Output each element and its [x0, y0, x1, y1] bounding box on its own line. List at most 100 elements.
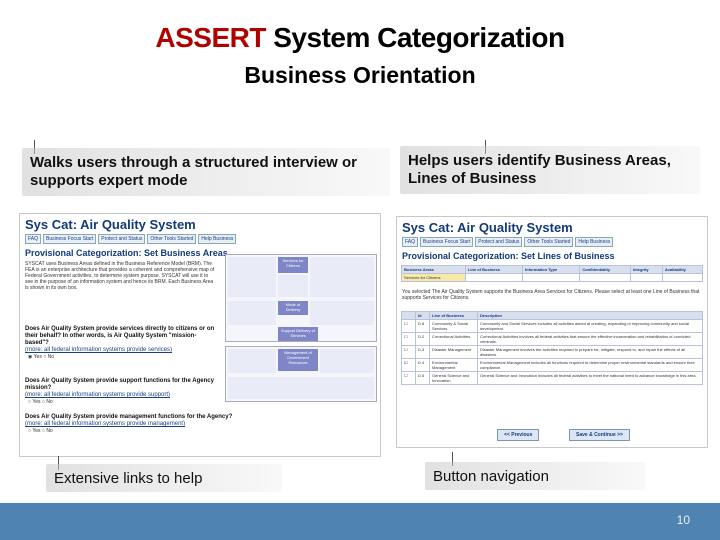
no-option[interactable]: No — [46, 428, 52, 434]
brm-diagram: Services for Citizens Mode of Delivery S… — [225, 254, 377, 342]
column-integrity: Integrity — [629, 265, 663, 274]
title-accent: ASSERT — [155, 22, 266, 53]
row-checkbox[interactable]: ☑ — [401, 358, 416, 372]
screenshot-set-lines-of-business: Sys Cat: Air Quality System FAQ Business… — [396, 216, 708, 448]
row-desc: Environmental Management includes all fu… — [477, 358, 703, 372]
row-desc: General Science and Innovation includes … — [477, 371, 703, 385]
row-checkbox[interactable]: ☐ — [401, 319, 416, 333]
row-desc: Community and Social Services includes a… — [477, 319, 703, 333]
progress-columns: Business Areas Line of Business Informat… — [401, 265, 704, 282]
tab-bar: FAQ Business Focus Start Protect and Sta… — [397, 236, 707, 248]
row-checkbox[interactable]: ☐ — [401, 332, 416, 346]
brm-services-citizens[interactable]: Services for Citizens — [278, 257, 308, 273]
row-desc: Disaster Management involves the activit… — [477, 345, 703, 359]
brm-cell — [320, 349, 374, 373]
tab-help[interactable]: Help Business — [575, 237, 614, 247]
brm-mode-delivery[interactable]: Mode of Delivery — [278, 301, 308, 315]
help-link-3[interactable]: (more: all federal information systems p… — [25, 421, 185, 427]
callout-business-areas: Helps users identify Business Areas, Lin… — [400, 146, 700, 194]
brm-cell — [278, 275, 308, 297]
row-lob: Environmental Management — [429, 358, 478, 372]
row-lob: Community & Social Services — [429, 319, 478, 333]
empty-cell — [579, 273, 631, 282]
previous-button[interactable]: << Previous — [497, 429, 540, 441]
empty-cell — [629, 273, 663, 282]
table-row: ☐ D.2 Correctional Activities Correction… — [401, 332, 703, 346]
row-checkbox[interactable]: ☐ — [401, 371, 416, 385]
column-confidentiality: Confidentiality — [579, 265, 631, 274]
brm-cell — [310, 301, 374, 325]
title-rest: System Categorization — [265, 22, 565, 53]
intro-paragraph: SYSCAT uses Business Areas defined in th… — [25, 261, 215, 291]
selected-area: Services for Citizens — [401, 273, 466, 282]
yes-option[interactable]: Yes — [32, 428, 40, 434]
brm-cell — [228, 301, 276, 325]
brm-management-resources[interactable]: Management of Government Resources — [278, 349, 318, 371]
callout-structured-interview: Walks users through a structured intervi… — [22, 148, 390, 196]
tab-protect-status[interactable]: Protect and Status — [475, 237, 523, 247]
header-line-of-business: Line of Business — [429, 311, 478, 320]
slide-title: ASSERT System Categorization — [0, 22, 720, 54]
tab-other-tools[interactable]: Other Tools Started — [524, 237, 574, 247]
question-1-options: ◉ Yes ○ No — [28, 354, 55, 360]
no-option[interactable]: No — [46, 399, 52, 405]
tab-protect-status[interactable]: Protect and Status — [98, 234, 146, 244]
app-title: Sys Cat: Air Quality System — [25, 217, 196, 232]
column-line-of-business: Line of Business — [464, 265, 524, 274]
row-id: D.8 — [415, 319, 430, 333]
empty-cell — [464, 273, 524, 282]
row-desc: Correctional Activities involves all fed… — [477, 332, 703, 346]
row-lob: Correctional Activities — [429, 332, 478, 346]
row-id: D.4 — [415, 358, 430, 372]
help-link-2[interactable]: (more: all federal information systems p… — [25, 392, 170, 398]
column-availability: Availability — [661, 265, 704, 274]
tab-faq[interactable]: FAQ — [25, 234, 42, 244]
tab-faq[interactable]: FAQ — [402, 237, 419, 247]
table-row: ☐ D.8 Community & Social Services Commun… — [401, 319, 703, 333]
page-heading: Provisional Categorization: Set Lines of… — [402, 251, 615, 261]
yes-option[interactable]: Yes — [32, 399, 40, 405]
question-3-text: Does Air Quality System provide manageme… — [25, 414, 233, 420]
header-description: Description — [477, 311, 703, 320]
footer-bar — [0, 503, 720, 540]
row-lob: Disaster Management — [429, 345, 478, 359]
no-option[interactable]: No — [48, 354, 54, 360]
row-lob: General Science and Innovation — [429, 371, 478, 385]
table-row: ☐ D.3 Disaster Management Disaster Manag… — [401, 345, 703, 359]
question-3-options: ○ Yes ○ No — [28, 428, 53, 434]
brm-cell — [310, 257, 374, 297]
tab-business-focus[interactable]: Business Focus Start — [420, 237, 474, 247]
brm-cell — [228, 349, 276, 373]
empty-cell — [522, 273, 581, 282]
column-business-areas: Business Areas — [401, 265, 466, 274]
header-id: Id — [415, 311, 430, 320]
question-1: Does Air Quality System provide services… — [20, 326, 220, 360]
table-row: ☐ D.5 General Science and Innovation Gen… — [401, 371, 703, 385]
brm-cell — [228, 377, 374, 399]
app-title: Sys Cat: Air Quality System — [402, 220, 573, 235]
question-3: Does Air Quality System provide manageme… — [20, 414, 250, 434]
lines-of-business-table: Id Line of Business Description ☐ D.8 Co… — [401, 311, 703, 385]
save-continue-button[interactable]: Save & Continue >> — [569, 429, 630, 441]
brm-support-delivery[interactable]: Support Delivery of Services — [278, 327, 318, 341]
page-number: 10 — [676, 513, 690, 527]
tab-business-focus[interactable]: Business Focus Start — [43, 234, 97, 244]
tab-bar: FAQ Business Focus Start Protect and Sta… — [20, 233, 380, 245]
column-information-type: Information Type — [522, 265, 581, 274]
table-row: ☑ D.4 Environmental Management Environme… — [401, 358, 703, 372]
screenshot-set-business-areas: Sys Cat: Air Quality System FAQ Business… — [19, 213, 381, 457]
row-id: D.5 — [415, 371, 430, 385]
tab-help[interactable]: Help Business — [198, 234, 237, 244]
row-checkbox[interactable]: ☐ — [401, 345, 416, 359]
question-2: Does Air Quality System provide support … — [20, 378, 220, 405]
question-1-text: Does Air Quality System provide services… — [25, 326, 215, 346]
help-link-1[interactable]: (more: all federal information systems p… — [25, 347, 172, 353]
brm-cell — [228, 257, 276, 297]
callout-help-links: Extensive links to help — [46, 464, 282, 492]
question-2-options: ○ Yes ○ No — [28, 399, 53, 405]
yes-option[interactable]: Yes — [34, 354, 42, 360]
empty-cell — [661, 273, 704, 282]
slide-subtitle: Business Orientation — [244, 62, 476, 88]
tab-other-tools[interactable]: Other Tools Started — [147, 234, 197, 244]
row-id: D.2 — [415, 332, 430, 346]
